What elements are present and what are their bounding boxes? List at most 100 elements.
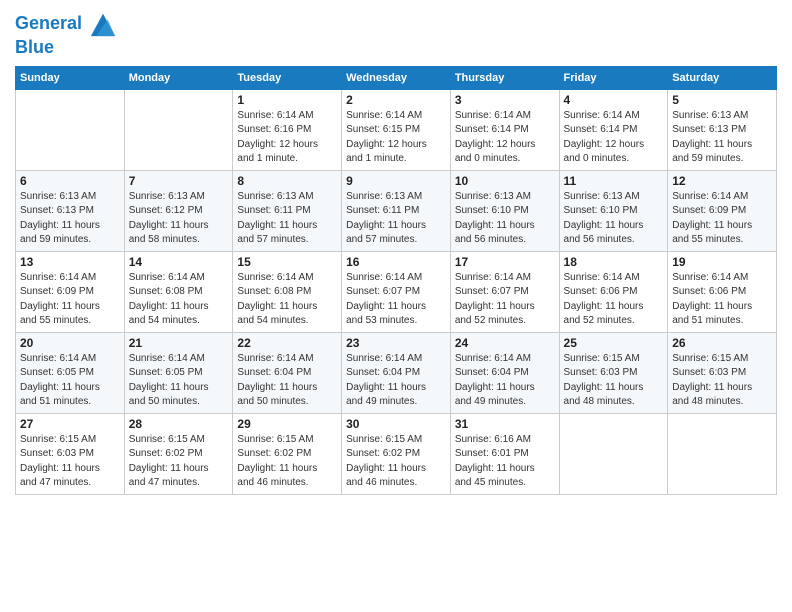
logo: General Blue <box>15 10 117 58</box>
day-info: Sunrise: 6:14 AMSunset: 6:07 PMDaylight:… <box>346 271 446 329</box>
day-header-tuesday: Tuesday <box>233 66 342 89</box>
day-number: 5 <box>672 93 772 107</box>
calendar-cell: 2 Sunrise: 6:14 AMSunset: 6:15 PMDaylight… <box>342 89 451 170</box>
calendar-week-3: 13Sunrise: 6:14 AMSunset: 6:09 PMDayligh… <box>16 251 777 332</box>
day-info: Sunrise: 6:15 AMSunset: 6:02 PMDaylight:… <box>237 433 337 491</box>
calendar-cell: 11Sunrise: 6:13 AMSunset: 6:10 PMDayligh… <box>559 170 668 251</box>
day-info: Sunrise: 6:13 AMSunset: 6:12 PMDaylight:… <box>129 190 229 248</box>
calendar-cell: 13Sunrise: 6:14 AMSunset: 6:09 PMDayligh… <box>16 251 125 332</box>
day-info: Sunrise: 6:13 AMSunset: 6:13 PMDaylight:… <box>20 190 120 248</box>
day-number: 1 <box>237 93 337 107</box>
calendar-week-2: 6 Sunrise: 6:13 AMSunset: 6:13 PMDaylight… <box>16 170 777 251</box>
logo-text: General <box>15 10 117 38</box>
calendar-cell: 27 Sunrise: 6:15 AMSunset: 6:03 PMDayligh… <box>16 413 125 494</box>
day-number: 7 <box>129 174 229 188</box>
day-info: Sunrise: 6:14 AMSunset: 6:08 PMDaylight:… <box>129 271 229 329</box>
day-info: Sunrise: 6:14 AMSunset: 6:14 PMDaylight:… <box>564 109 664 167</box>
day-info: Sunrise: 6:13 AMSunset: 6:10 PMDaylight:… <box>455 190 555 248</box>
calendar-cell: 4 Sunrise: 6:14 AMSunset: 6:14 PMDaylight… <box>559 89 668 170</box>
day-info: Sunrise: 6:14 AMSunset: 6:14 PMDaylight:… <box>455 109 555 167</box>
day-header-thursday: Thursday <box>450 66 559 89</box>
day-info: Sunrise: 6:13 AMSunset: 6:11 PMDaylight:… <box>346 190 446 248</box>
calendar-cell: 5Sunrise: 6:13 AMSunset: 6:13 PMDaylight… <box>668 89 777 170</box>
calendar-cell: 31 Sunrise: 6:16 AMSunset: 6:01 PMDayligh… <box>450 413 559 494</box>
calendar-cell: 8Sunrise: 6:13 AMSunset: 6:11 PMDaylight… <box>233 170 342 251</box>
calendar-cell: 14 Sunrise: 6:14 AMSunset: 6:08 PMDayligh… <box>124 251 233 332</box>
calendar-cell <box>559 413 668 494</box>
calendar-cell: 15 Sunrise: 6:14 AMSunset: 6:08 PMDayligh… <box>233 251 342 332</box>
day-headers-row: SundayMondayTuesdayWednesdayThursdayFrid… <box>16 66 777 89</box>
logo-blue: Blue <box>15 38 117 58</box>
calendar-cell: 22 Sunrise: 6:14 AMSunset: 6:04 PMDayligh… <box>233 332 342 413</box>
day-info: Sunrise: 6:15 AMSunset: 6:02 PMDaylight:… <box>129 433 229 491</box>
day-info: Sunrise: 6:14 AMSunset: 6:15 PMDaylight:… <box>346 109 446 167</box>
day-info: Sunrise: 6:14 AMSunset: 6:05 PMDaylight:… <box>129 352 229 410</box>
calendar-cell: 6 Sunrise: 6:13 AMSunset: 6:13 PMDaylight… <box>16 170 125 251</box>
day-number: 19 <box>672 255 772 269</box>
day-header-sunday: Sunday <box>16 66 125 89</box>
day-info: Sunrise: 6:14 AMSunset: 6:08 PMDaylight:… <box>237 271 337 329</box>
day-info: Sunrise: 6:15 AMSunset: 6:03 PMDaylight:… <box>672 352 772 410</box>
calendar-cell: 7 Sunrise: 6:13 AMSunset: 6:12 PMDaylight… <box>124 170 233 251</box>
day-header-wednesday: Wednesday <box>342 66 451 89</box>
day-number: 13 <box>20 255 120 269</box>
day-info: Sunrise: 6:16 AMSunset: 6:01 PMDaylight:… <box>455 433 555 491</box>
day-number: 29 <box>237 417 337 431</box>
calendar-cell: 25 Sunrise: 6:15 AMSunset: 6:03 PMDayligh… <box>559 332 668 413</box>
day-number: 12 <box>672 174 772 188</box>
day-info: Sunrise: 6:14 AMSunset: 6:05 PMDaylight:… <box>20 352 120 410</box>
calendar-week-1: 1 Sunrise: 6:14 AMSunset: 6:16 PMDaylight… <box>16 89 777 170</box>
calendar-week-4: 20 Sunrise: 6:14 AMSunset: 6:05 PMDayligh… <box>16 332 777 413</box>
day-info: Sunrise: 6:14 AMSunset: 6:04 PMDaylight:… <box>455 352 555 410</box>
calendar-cell: 21Sunrise: 6:14 AMSunset: 6:05 PMDayligh… <box>124 332 233 413</box>
calendar-body: 1 Sunrise: 6:14 AMSunset: 6:16 PMDaylight… <box>16 89 777 494</box>
logo-general: General <box>15 13 82 33</box>
day-header-saturday: Saturday <box>668 66 777 89</box>
day-info: Sunrise: 6:14 AMSunset: 6:07 PMDaylight:… <box>455 271 555 329</box>
day-number: 25 <box>564 336 664 350</box>
calendar-cell: 16Sunrise: 6:14 AMSunset: 6:07 PMDayligh… <box>342 251 451 332</box>
calendar-cell: 3Sunrise: 6:14 AMSunset: 6:14 PMDaylight… <box>450 89 559 170</box>
day-info: Sunrise: 6:14 AMSunset: 6:09 PMDaylight:… <box>672 190 772 248</box>
logo-icon <box>89 10 117 38</box>
day-number: 17 <box>455 255 555 269</box>
calendar-cell: 30Sunrise: 6:15 AMSunset: 6:02 PMDayligh… <box>342 413 451 494</box>
day-number: 2 <box>346 93 446 107</box>
day-info: Sunrise: 6:15 AMSunset: 6:02 PMDaylight:… <box>346 433 446 491</box>
calendar-cell: 23Sunrise: 6:14 AMSunset: 6:04 PMDayligh… <box>342 332 451 413</box>
calendar-cell: 26 Sunrise: 6:15 AMSunset: 6:03 PMDayligh… <box>668 332 777 413</box>
day-info: Sunrise: 6:14 AMSunset: 6:04 PMDaylight:… <box>237 352 337 410</box>
day-number: 28 <box>129 417 229 431</box>
day-number: 10 <box>455 174 555 188</box>
day-header-monday: Monday <box>124 66 233 89</box>
day-info: Sunrise: 6:14 AMSunset: 6:06 PMDaylight:… <box>564 271 664 329</box>
calendar-cell: 19Sunrise: 6:14 AMSunset: 6:06 PMDayligh… <box>668 251 777 332</box>
calendar-cell <box>124 89 233 170</box>
calendar-table: SundayMondayTuesdayWednesdayThursdayFrid… <box>15 66 777 495</box>
calendar-cell: 10 Sunrise: 6:13 AMSunset: 6:10 PMDayligh… <box>450 170 559 251</box>
day-info: Sunrise: 6:15 AMSunset: 6:03 PMDaylight:… <box>20 433 120 491</box>
day-number: 6 <box>20 174 120 188</box>
calendar-cell: 18Sunrise: 6:14 AMSunset: 6:06 PMDayligh… <box>559 251 668 332</box>
calendar-cell: 1 Sunrise: 6:14 AMSunset: 6:16 PMDaylight… <box>233 89 342 170</box>
calendar-header: SundayMondayTuesdayWednesdayThursdayFrid… <box>16 66 777 89</box>
day-number: 15 <box>237 255 337 269</box>
day-number: 14 <box>129 255 229 269</box>
calendar-cell: 17 Sunrise: 6:14 AMSunset: 6:07 PMDayligh… <box>450 251 559 332</box>
calendar-cell: 9Sunrise: 6:13 AMSunset: 6:11 PMDaylight… <box>342 170 451 251</box>
calendar-cell: 20 Sunrise: 6:14 AMSunset: 6:05 PMDayligh… <box>16 332 125 413</box>
calendar-cell: 24Sunrise: 6:14 AMSunset: 6:04 PMDayligh… <box>450 332 559 413</box>
day-number: 4 <box>564 93 664 107</box>
day-info: Sunrise: 6:15 AMSunset: 6:03 PMDaylight:… <box>564 352 664 410</box>
day-number: 31 <box>455 417 555 431</box>
calendar-cell <box>668 413 777 494</box>
day-number: 11 <box>564 174 664 188</box>
day-number: 22 <box>237 336 337 350</box>
day-number: 20 <box>20 336 120 350</box>
day-number: 23 <box>346 336 446 350</box>
day-header-friday: Friday <box>559 66 668 89</box>
day-info: Sunrise: 6:13 AMSunset: 6:11 PMDaylight:… <box>237 190 337 248</box>
day-number: 27 <box>20 417 120 431</box>
day-number: 26 <box>672 336 772 350</box>
day-info: Sunrise: 6:14 AMSunset: 6:16 PMDaylight:… <box>237 109 337 167</box>
